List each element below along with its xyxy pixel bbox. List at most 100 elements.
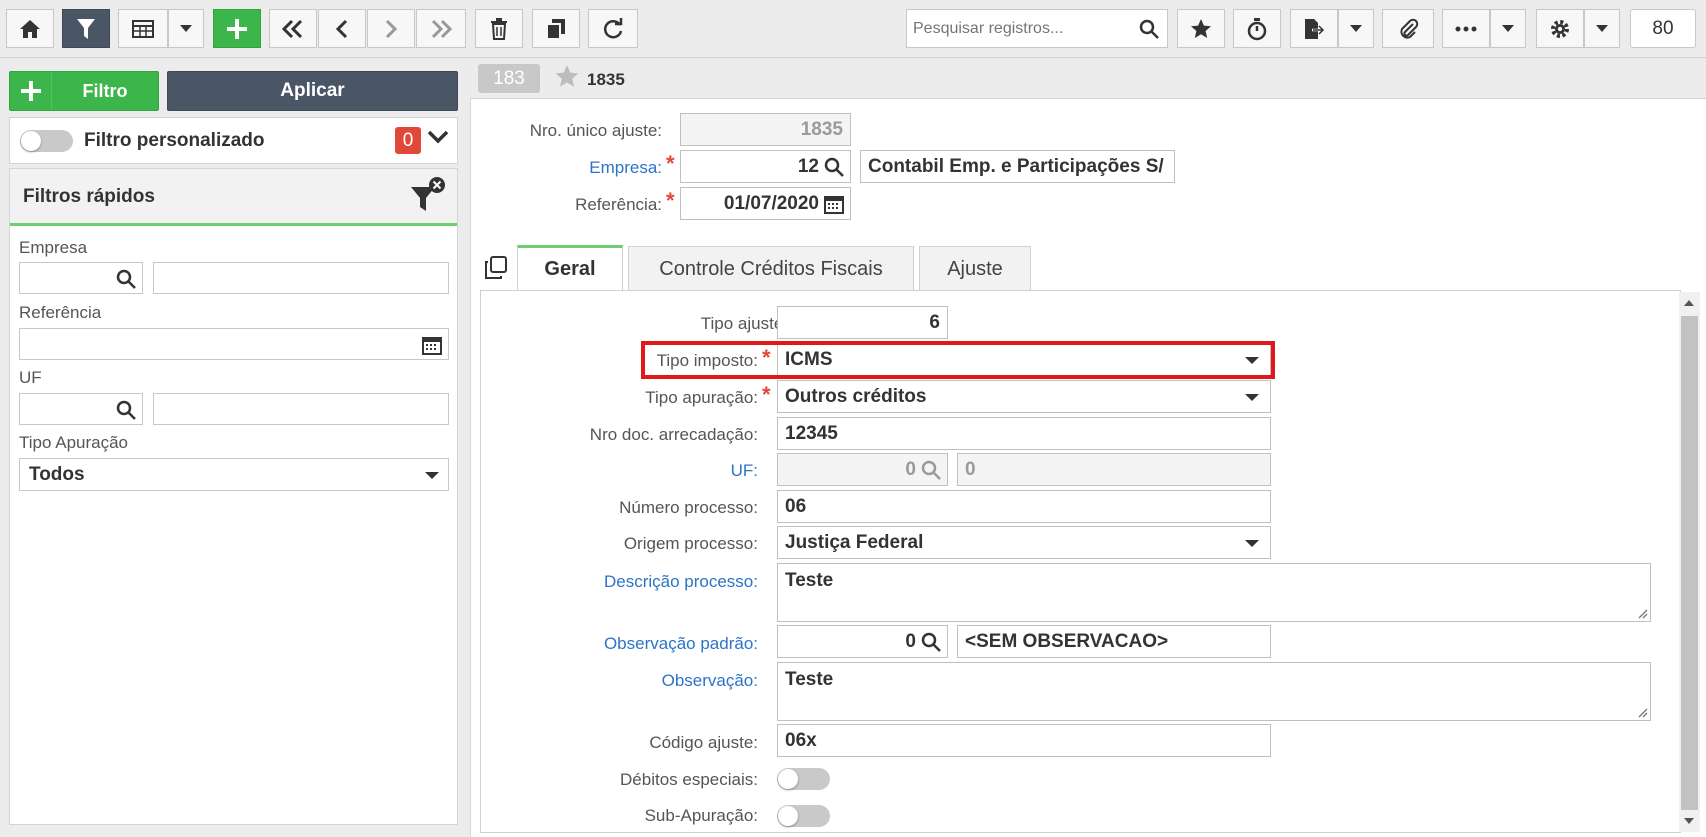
numero-processo-field[interactable]: 06 (777, 490, 1271, 523)
search-box[interactable] (906, 9, 1168, 48)
empresa-label[interactable]: Empresa: (589, 158, 662, 178)
observacao-padrao-label[interactable]: Observação padrão: (604, 634, 758, 654)
search-icon[interactable] (1139, 19, 1159, 39)
scroll-down-arrow[interactable] (1684, 818, 1694, 824)
observacao-value: Teste (785, 669, 834, 690)
grid-view-dropdown[interactable] (168, 9, 204, 48)
sub-apuracao-toggle[interactable] (777, 805, 830, 827)
timer-button[interactable] (1233, 9, 1281, 48)
codigo-ajuste-field[interactable]: 06x (777, 724, 1271, 757)
search-input[interactable] (913, 10, 1133, 47)
export-dropdown[interactable] (1338, 9, 1374, 48)
uf-filter-label: UF (19, 368, 42, 387)
tipo-apuracao-select[interactable]: Outros créditos (777, 380, 1271, 413)
resize-grip-icon[interactable] (1636, 706, 1648, 718)
observacao-padrao-code-field[interactable]: 0 (777, 625, 948, 658)
duplicate-button[interactable] (532, 9, 580, 48)
uf-filter-name-input[interactable] (153, 393, 449, 425)
next-record-button[interactable] (367, 9, 415, 48)
uf-filter-code-input[interactable] (19, 393, 143, 425)
tab-ajuste[interactable]: Ajuste (919, 246, 1031, 291)
required-marker: * (762, 345, 771, 370)
referencia-label: Referência: (575, 195, 662, 214)
tipo-ajuste-value: 6 (929, 312, 940, 333)
plus-icon (10, 72, 52, 110)
more-options-button[interactable] (1442, 9, 1490, 48)
delete-button[interactable] (475, 9, 523, 48)
observacao-label[interactable]: Observação: (662, 671, 758, 691)
custom-filter-count-badge: 0 (395, 127, 421, 154)
quick-filters-header: Filtros rápidos (10, 169, 457, 226)
apply-button[interactable]: Aplicar (167, 71, 458, 111)
filter-button[interactable] (62, 9, 110, 48)
tipo-apuracao-filter-select[interactable]: Todos (19, 458, 449, 491)
settings-dropdown[interactable] (1584, 9, 1620, 48)
add-record-button[interactable] (213, 9, 261, 48)
origem-processo-select[interactable]: Justiça Federal (777, 526, 1271, 559)
grid-icon (132, 19, 154, 38)
refresh-button[interactable] (588, 9, 638, 48)
descricao-processo-textarea[interactable]: Teste (777, 563, 1651, 622)
records-per-page[interactable]: 80 (1630, 9, 1696, 48)
observacao-padrao-name-value: <SEM OBSERVACAO> (965, 631, 1169, 652)
scroll-up-arrow[interactable] (1684, 300, 1694, 306)
tab-controle-creditos-fiscais[interactable]: Controle Créditos Fiscais (628, 246, 914, 291)
uf-code-field: 0 (777, 453, 948, 486)
star-icon[interactable] (554, 64, 580, 89)
favorite-button[interactable] (1177, 9, 1225, 48)
search-icon[interactable] (921, 632, 941, 652)
observacao-padrao-code-value: 0 (905, 631, 916, 652)
quick-filters-title: Filtros rápidos (23, 186, 155, 207)
tipo-imposto-select[interactable]: ICMS (777, 343, 1271, 376)
numero-processo-value: 06 (785, 496, 807, 517)
tipo-ajuste-label: Tipo ajuste: (700, 314, 788, 333)
clear-filter-icon[interactable] (406, 175, 448, 215)
calendar-icon[interactable] (422, 335, 442, 355)
calendar-icon[interactable] (824, 194, 844, 214)
record-count-badge[interactable]: 183 (478, 64, 540, 93)
add-filter-button[interactable]: Filtro (9, 71, 159, 111)
search-icon[interactable] (824, 157, 844, 177)
tipo-ajuste-field[interactable]: 6 (777, 306, 948, 339)
uf-label[interactable]: UF: (731, 461, 758, 481)
chevron-down-icon[interactable] (427, 129, 449, 145)
settings-button[interactable] (1536, 9, 1584, 48)
empresa-filter-code-input[interactable] (19, 262, 143, 294)
export-button[interactable] (1290, 9, 1338, 48)
attachments-button[interactable] (1382, 9, 1434, 48)
debitos-especiais-toggle[interactable] (777, 768, 830, 790)
nro-doc-field[interactable]: 12345 (777, 417, 1271, 450)
home-button[interactable] (6, 9, 54, 48)
copy-icon[interactable] (484, 256, 508, 280)
vertical-scrollbar[interactable] (1679, 292, 1700, 832)
referencia-filter-input[interactable] (19, 328, 449, 360)
scroll-thumb[interactable] (1681, 316, 1698, 810)
search-icon[interactable] (116, 269, 136, 289)
grid-view-button[interactable] (118, 9, 168, 48)
last-record-button[interactable] (416, 9, 466, 48)
nro-doc-label: Nro doc. arrecadação: (589, 425, 758, 444)
first-record-button[interactable] (269, 9, 317, 48)
search-icon[interactable] (116, 400, 136, 420)
tab-geral[interactable]: Geral (517, 245, 623, 291)
origem-processo-label: Origem processo: (623, 534, 758, 553)
referencia-field[interactable]: 01/07/2020 (680, 187, 851, 220)
resize-grip-icon[interactable] (1636, 607, 1648, 619)
empresa-filter-label: Empresa (19, 238, 88, 257)
descricao-processo-label[interactable]: Descrição processo: (604, 572, 758, 592)
add-filter-label: Filtro (82, 80, 128, 101)
custom-filter-toggle[interactable] (20, 130, 73, 152)
uf-name-field: 0 (957, 453, 1271, 486)
prev-icon (335, 19, 348, 38)
record-tabstrip (470, 58, 1706, 99)
record-number: 1835 (587, 70, 625, 89)
observacao-textarea[interactable]: Teste (777, 662, 1651, 721)
stopwatch-icon (1247, 17, 1267, 40)
more-options-dropdown[interactable] (1490, 9, 1526, 48)
empresa-code-field[interactable]: 12 (680, 150, 851, 183)
empresa-filter-name-input[interactable] (153, 262, 449, 294)
trash-icon (491, 17, 507, 40)
custom-filter-row: Filtro personalizado 0 (9, 117, 458, 164)
previous-record-button[interactable] (318, 9, 366, 48)
chevron-down-icon (1596, 25, 1608, 32)
